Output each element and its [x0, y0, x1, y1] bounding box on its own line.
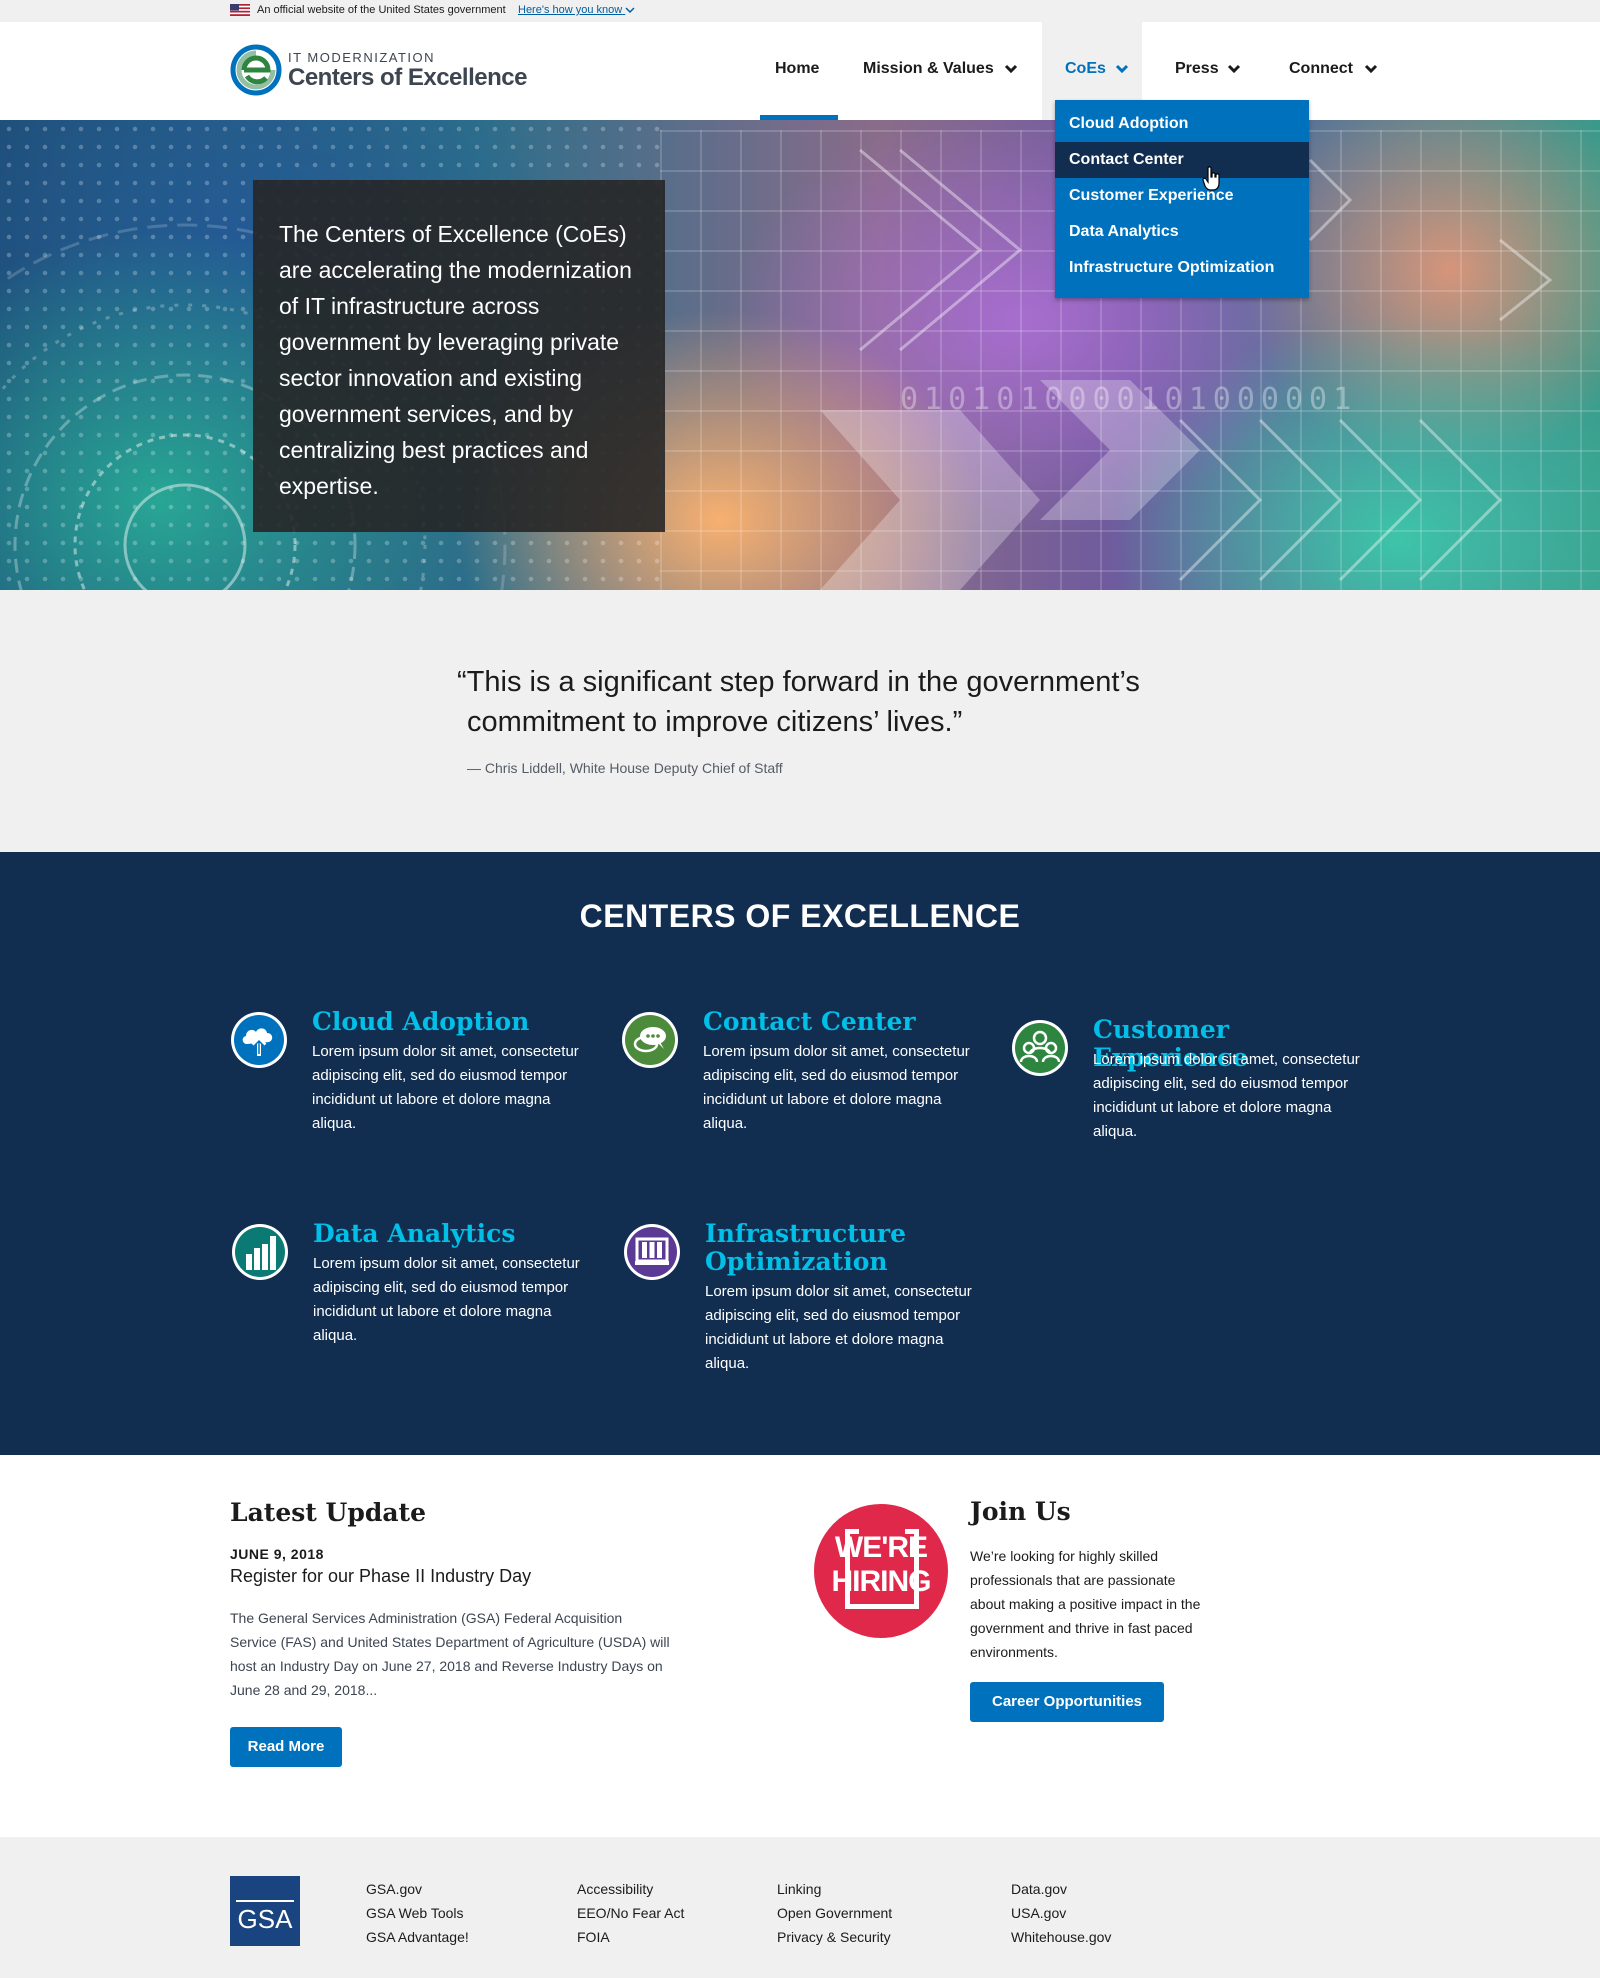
how-you-know-label: Here's how you know — [518, 4, 623, 16]
nav-connect-label: Connect — [1289, 60, 1353, 77]
career-opportunities-button[interactable]: Career Opportunities — [970, 1682, 1164, 1722]
server-icon[interactable] — [622, 1222, 682, 1282]
footer-column-gsa: GSA.gov GSA Web Tools GSA Advantage! — [366, 1877, 469, 1949]
logo-name: Centers of Excellence — [288, 64, 527, 91]
footer-link-whitehouse-gov[interactable]: Whitehouse.gov — [1011, 1925, 1111, 1949]
gsa-logo-line — [236, 1900, 294, 1902]
quote-text: “This is a significant step forward in t… — [457, 666, 1140, 738]
chat-bubbles-icon[interactable] — [620, 1010, 680, 1070]
us-flag-icon — [230, 4, 250, 16]
update-date: JUNE 9, 2018 — [230, 1546, 324, 1562]
footer-link-usa-gov[interactable]: USA.gov — [1011, 1901, 1111, 1925]
chevron-down-icon — [1004, 64, 1018, 74]
hero-text-box: The Centers of Excellence (CoEs) are acc… — [253, 180, 665, 532]
footer-link-data-gov[interactable]: Data.gov — [1011, 1877, 1111, 1901]
chevron-down-icon — [1364, 64, 1378, 74]
logo-kicker: IT MODERNIZATION — [288, 50, 436, 65]
hiring-badge: WE'RE HIRING — [814, 1504, 948, 1638]
coe-section: CENTERS OF EXCELLENCE Cloud Adoption Lor… — [0, 852, 1600, 1455]
menu-item-data-analytics[interactable]: Data Analytics — [1055, 214, 1309, 250]
footer-link-gsa-gov[interactable]: GSA.gov — [366, 1877, 469, 1901]
footer-link-foia[interactable]: FOIA — [577, 1925, 684, 1949]
updates-section: Latest Update JUNE 9, 2018 Register for … — [0, 1455, 1600, 1837]
menu-item-infrastructure-optimization[interactable]: Infrastructure Optimization — [1055, 250, 1309, 286]
footer-link-linking[interactable]: Linking — [777, 1877, 892, 1901]
footer-link-eeo[interactable]: EEO/No Fear Act — [577, 1901, 684, 1925]
coe-description: Lorem ipsum dolor sit amet, consectetur … — [313, 1255, 580, 1344]
nav-home-label: Home — [775, 60, 820, 77]
footer-link-accessibility[interactable]: Accessibility — [577, 1877, 684, 1901]
footer-column-open: Linking Open Government Privacy & Securi… — [777, 1877, 892, 1949]
quote-section: “This is a significant step forward in t… — [0, 590, 1600, 852]
coe-logo-icon — [230, 44, 282, 96]
footer-column-policies: Accessibility EEO/No Fear Act FOIA — [577, 1877, 684, 1949]
coes-dropdown-menu: Cloud Adoption Contact Center Customer E… — [1055, 100, 1309, 298]
latest-update-heading: Latest Update — [230, 1498, 426, 1527]
bar-chart-icon[interactable] — [230, 1222, 290, 1282]
footer-link-gsa-advantage[interactable]: GSA Advantage! — [366, 1925, 469, 1949]
official-site-text: An official website of the United States… — [257, 4, 506, 16]
cloud-upload-icon[interactable] — [229, 1010, 289, 1070]
coe-title[interactable]: Data Analytics — [313, 1220, 593, 1248]
hero-banner: 0101010000101000001 The Centers of Excel… — [0, 120, 1600, 590]
hero-decoration — [0, 148, 1553, 590]
chevron-down-icon — [625, 7, 635, 14]
join-us-body: We’re looking for highly skilled profess… — [970, 1548, 1201, 1660]
menu-item-cloud-adoption[interactable]: Cloud Adoption — [1055, 106, 1309, 142]
menu-item-contact-center[interactable]: Contact Center — [1055, 142, 1309, 178]
coe-card-infrastructure-optimization: Infrastructure Optimization Lorem ipsum … — [622, 1220, 982, 1372]
nav-mission-values[interactable]: Mission & Values — [850, 22, 1030, 120]
update-body: The General Services Administration (GSA… — [230, 1610, 670, 1698]
hand-pointer-icon — [1202, 166, 1220, 191]
read-more-button[interactable]: Read More — [230, 1727, 342, 1767]
hiring-badge-text: WE'RE HIRING — [831, 1531, 932, 1598]
menu-item-customer-experience[interactable]: Customer Experience — [1055, 178, 1309, 214]
coe-card-cloud-adoption: Cloud Adoption Lorem ipsum dolor sit ame… — [229, 1008, 592, 1160]
update-title: Register for our Phase II Industry Day — [230, 1566, 532, 1586]
users-icon[interactable] — [1010, 1018, 1070, 1078]
footer-link-privacy-security[interactable]: Privacy & Security — [777, 1925, 892, 1949]
coe-description: Lorem ipsum dolor sit amet, consectetur … — [1093, 1051, 1360, 1140]
gsa-logo-text: GSA — [237, 1904, 293, 1934]
coe-description: Lorem ipsum dolor sit amet, consectetur … — [703, 1043, 970, 1132]
coe-description: Lorem ipsum dolor sit amet, consectetur … — [312, 1043, 579, 1132]
nav-mission-label: Mission & Values — [863, 60, 994, 77]
quote-attribution: — Chris Liddell, White House Deputy Chie… — [467, 760, 783, 776]
chevron-down-icon — [1227, 64, 1241, 74]
hero-binary-text: 0101010000101000001 — [900, 382, 1358, 417]
footer-link-open-government[interactable]: Open Government — [777, 1901, 892, 1925]
how-you-know-link[interactable]: Here's how you know — [518, 4, 635, 16]
join-us-heading: Join Us — [970, 1497, 1071, 1526]
nav-coes-label: CoEs — [1065, 60, 1106, 77]
site-logo[interactable]: IT MODERNIZATION Centers of Excellence — [230, 42, 530, 98]
nav-press-label: Press — [1175, 60, 1219, 77]
footer-column-gov-sites: Data.gov USA.gov Whitehouse.gov — [1011, 1877, 1111, 1949]
gsa-logo[interactable]: GSA — [230, 1876, 300, 1946]
hero-text: The Centers of Excellence (CoEs) are acc… — [279, 221, 632, 499]
coe-card-customer-experience: Customer Experience Lorem ipsum dolor si… — [1010, 1016, 1370, 1168]
site-header: IT MODERNIZATION Centers of Excellence H… — [0, 22, 1600, 120]
coe-title[interactable]: Cloud Adoption — [312, 1008, 592, 1036]
site-footer: GSA GSA.gov GSA Web Tools GSA Advantage!… — [0, 1837, 1600, 1978]
coe-card-contact-center: Contact Center Lorem ipsum dolor sit ame… — [620, 1008, 983, 1160]
gov-banner: An official website of the United States… — [0, 0, 1600, 22]
coe-card-data-analytics: Data Analytics Lorem ipsum dolor sit ame… — [230, 1220, 593, 1372]
footer-link-gsa-web-tools[interactable]: GSA Web Tools — [366, 1901, 469, 1925]
coe-description: Lorem ipsum dolor sit amet, consectetur … — [705, 1283, 972, 1372]
coe-title[interactable]: Contact Center — [703, 1008, 983, 1036]
coe-section-heading: CENTERS OF EXCELLENCE — [579, 898, 1021, 934]
chevron-down-icon — [1115, 64, 1129, 74]
coe-title[interactable]: Infrastructure Optimization — [705, 1220, 906, 1276]
nav-home[interactable]: Home — [760, 22, 838, 120]
